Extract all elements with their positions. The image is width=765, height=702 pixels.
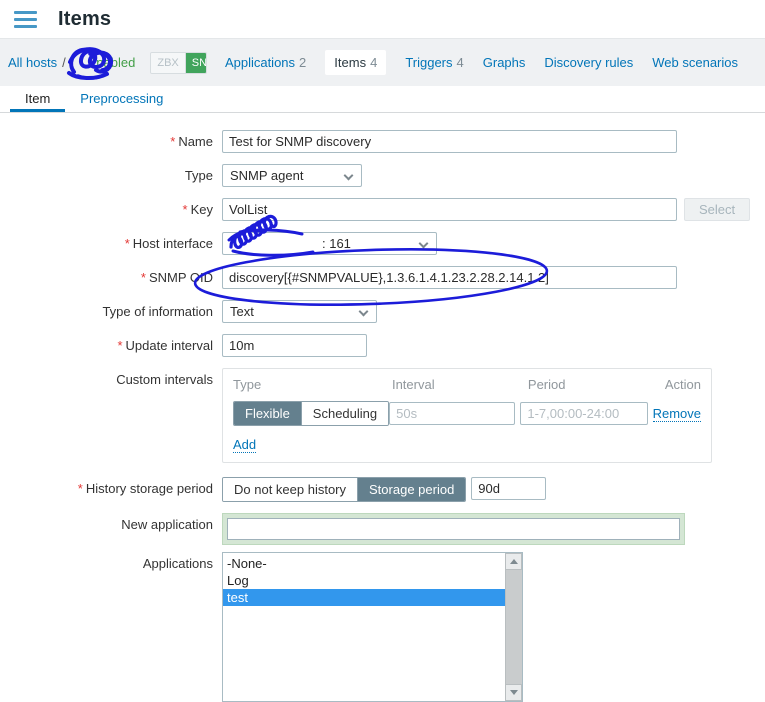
- menu-icon[interactable]: [14, 10, 37, 28]
- scroll-up-icon: [509, 559, 518, 564]
- interface-port: : 161: [322, 236, 351, 251]
- required-asterisk: *: [117, 338, 123, 353]
- col-header-action: Action: [664, 377, 701, 392]
- status-enabled-label[interactable]: Enabled: [88, 55, 136, 70]
- chevron-down-icon: [343, 170, 354, 181]
- required-asterisk: *: [77, 481, 83, 496]
- all-hosts-link[interactable]: All hosts: [8, 55, 57, 70]
- nav-item-applications[interactable]: Applications 2: [225, 55, 306, 70]
- new-application-highlight: [222, 513, 685, 545]
- required-asterisk: *: [140, 270, 146, 285]
- applications-label: Applications: [142, 556, 213, 571]
- custom-intervals-table: Type Interval Period Action Flexible Sch…: [222, 368, 712, 463]
- key-input[interactable]: [222, 198, 677, 221]
- interface-badges: ZBX SNMP JMX IPMI: [150, 51, 207, 74]
- application-option-none[interactable]: -None-: [223, 555, 505, 572]
- item-form: *Name Type SNMP agent *Key Select *Host …: [0, 113, 765, 702]
- tab-item[interactable]: Item: [10, 86, 66, 112]
- type-row: Type SNMP agent: [8, 164, 765, 187]
- snmp-oid-input[interactable]: [222, 266, 677, 289]
- add-link[interactable]: Add: [233, 437, 257, 453]
- badge-zbx: ZBX: [151, 52, 185, 73]
- scheduling-toggle-button[interactable]: Scheduling: [300, 402, 389, 425]
- scroll-down-icon: [509, 690, 518, 695]
- application-option-log[interactable]: Log: [223, 572, 505, 589]
- history-label: History storage period: [85, 481, 213, 496]
- custom-interval-row: Flexible Scheduling Remove: [233, 401, 701, 426]
- badge-snmp: SNMP: [184, 52, 206, 73]
- nav-item-web-scenarios[interactable]: Web scenarios: [652, 55, 738, 70]
- history-toggle: Do not keep history Storage period: [222, 477, 467, 502]
- host-interface-label: Host interface: [132, 236, 213, 251]
- redacted-host-name: [71, 48, 88, 78]
- host-nav: Applications 2 Items 4 Triggers 4 Graphs Di…: [225, 50, 757, 75]
- applications-listbox: -None- Log test: [222, 552, 523, 702]
- type-of-information-select[interactable]: Text: [222, 300, 377, 323]
- host-interface-select[interactable]: : 161: [222, 232, 437, 255]
- type-of-information-label: Type of information: [102, 304, 213, 319]
- col-header-interval: Interval: [391, 377, 435, 392]
- type-select[interactable]: SNMP agent: [222, 164, 362, 187]
- do-not-keep-history-button[interactable]: Do not keep history: [223, 478, 358, 501]
- history-row: * History storage period Do not keep hist…: [8, 477, 765, 502]
- chevron-down-icon: [418, 238, 429, 249]
- col-header-period: Period: [527, 377, 566, 392]
- update-interval-input[interactable]: [222, 334, 367, 357]
- name-row: * Name: [8, 130, 765, 153]
- nav-item-discovery-rules[interactable]: Discovery rules: [544, 55, 633, 70]
- host-interface-row: * Host interface : 161: [8, 232, 765, 255]
- nav-item-items[interactable]: Items 4: [325, 50, 387, 75]
- custom-intervals-label: Custom intervals: [116, 372, 213, 387]
- storage-period-button[interactable]: Storage period: [357, 478, 466, 501]
- redacted-interface-address: [230, 233, 322, 254]
- chevron-down-icon: [358, 306, 369, 317]
- required-asterisk: *: [182, 202, 188, 217]
- scrollbar[interactable]: [505, 553, 522, 701]
- new-application-label: New application: [121, 517, 213, 532]
- required-asterisk: *: [170, 134, 176, 149]
- key-row: *Key Select: [8, 198, 765, 221]
- breadcrumb: All hosts / Enabled ZBX SNMP JMX IPMI Ap…: [0, 38, 765, 86]
- new-application-row: New application: [8, 513, 765, 545]
- col-header-type: Type: [233, 377, 262, 392]
- update-interval-row: * Update interval: [8, 334, 765, 357]
- interval-input[interactable]: [389, 402, 516, 425]
- required-asterisk: *: [124, 236, 130, 251]
- scroll-up-button[interactable]: [505, 553, 522, 570]
- name-input[interactable]: [222, 130, 677, 153]
- tab-preprocessing[interactable]: Preprocessing: [65, 86, 178, 112]
- type-of-information-row: Type of information Text: [8, 300, 765, 323]
- breadcrumb-separator: /: [62, 55, 66, 70]
- form-tabs: Item Preprocessing: [0, 86, 765, 113]
- key-label: Key: [190, 202, 213, 217]
- applications-row: Applications -None- Log test: [8, 552, 765, 702]
- new-application-input[interactable]: [227, 518, 680, 540]
- update-interval-label: Update interval: [125, 338, 213, 353]
- nav-item-triggers[interactable]: Triggers 4: [405, 55, 463, 70]
- flexible-toggle-button[interactable]: Flexible: [234, 402, 301, 425]
- snmp-oid-label: SNMP OID: [148, 270, 213, 285]
- title-bar: Items: [0, 0, 765, 38]
- custom-intervals-row: Custom intervals Type Interval Period Ac…: [8, 368, 765, 463]
- key-select-button[interactable]: Select: [684, 198, 751, 221]
- scroll-down-button[interactable]: [505, 684, 522, 701]
- remove-link[interactable]: Remove: [652, 406, 701, 422]
- application-option-test[interactable]: test: [223, 589, 505, 606]
- snmp-oid-row: * SNMP OID: [8, 266, 765, 289]
- interval-type-toggle: Flexible Scheduling: [233, 401, 390, 426]
- nav-item-graphs[interactable]: Graphs: [483, 55, 526, 70]
- type-label: Type: [184, 168, 213, 183]
- history-period-input[interactable]: [471, 477, 547, 500]
- page-title: Items: [58, 7, 112, 30]
- name-label: Name: [178, 134, 213, 149]
- period-input[interactable]: [520, 402, 649, 425]
